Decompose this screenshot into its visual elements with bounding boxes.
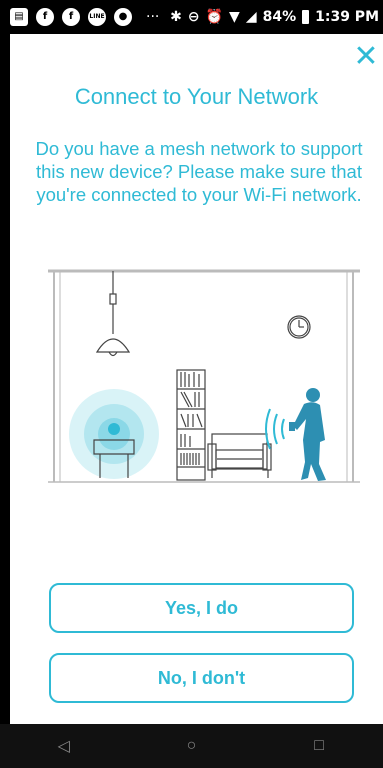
- person-with-phone-icon: [289, 388, 326, 481]
- armchair-icon: [207, 433, 272, 478]
- overflow-icon: ···: [146, 9, 160, 25]
- bookshelf-icon: [176, 369, 206, 481]
- alarm-icon: ⏰: [205, 9, 224, 25]
- wifi-icon: ▼: [229, 9, 240, 25]
- bluetooth-icon: ✱: [170, 9, 182, 25]
- wall-clock-icon: [287, 315, 311, 339]
- page-title: Connect to Your Network: [74, 84, 319, 109]
- status-bar: ▤ f f LINE ● ··· ✱ ⊖ ⏰ ▼ ◢ 84% 1:39 PM: [0, 0, 383, 34]
- status-right: ✱ ⊖ ⏰ ▼ ◢ 84% 1:39 PM: [170, 9, 379, 25]
- battery-percent: 84%: [262, 9, 297, 25]
- status-left-icons: ▤ f f LINE ● ···: [10, 8, 159, 26]
- close-icon[interactable]: ✕: [351, 42, 381, 72]
- yes-button[interactable]: Yes, I do: [49, 583, 354, 633]
- navigation-bar: ◁ ○ □: [0, 724, 383, 768]
- notes-icon: ▤: [10, 8, 28, 26]
- clock-time: 1:39 PM: [315, 9, 379, 25]
- line-icon: LINE: [88, 8, 106, 26]
- mesh-network-illustration: [48, 269, 360, 483]
- connect-network-screen: ✕ Connect to Your Network Do you have a …: [10, 34, 383, 724]
- messenger-icon: ●: [114, 8, 132, 26]
- recents-icon[interactable]: □: [289, 737, 349, 755]
- facebook-icon: f: [62, 8, 80, 26]
- wifi-wave-icon: [265, 408, 285, 450]
- back-icon[interactable]: ◁: [34, 736, 94, 756]
- signal-icon: ◢: [245, 9, 257, 25]
- no-button[interactable]: No, I don't: [49, 653, 354, 703]
- description-text: Do you have a mesh network to support th…: [35, 138, 363, 205]
- do-not-disturb-icon: ⊖: [187, 9, 200, 25]
- facebook-icon: f: [36, 8, 54, 26]
- left-edge: [0, 34, 10, 724]
- home-icon[interactable]: ○: [161, 737, 221, 755]
- pendant-lamp-icon: [95, 271, 131, 357]
- battery-icon: [302, 10, 310, 24]
